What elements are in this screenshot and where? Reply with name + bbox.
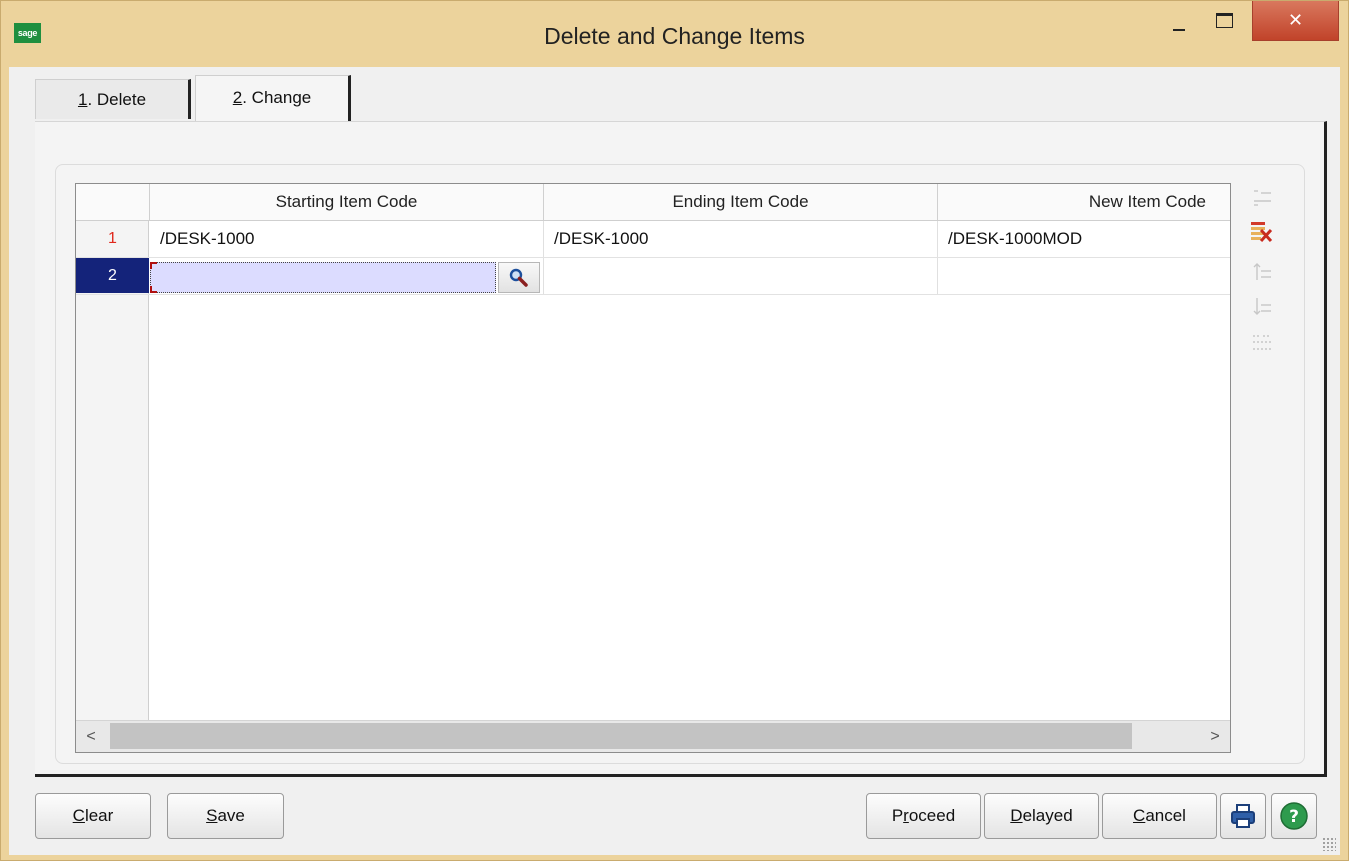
move-down-icon[interactable] [1245,292,1279,322]
column-header-ending-item-code[interactable]: Ending Item Code [544,184,938,220]
move-up-glyph [1253,263,1271,280]
horizontal-scrollbar[interactable]: < > [76,720,1230,752]
delayed-button-label: Delayed [1010,806,1073,825]
insert-row-glyph [1254,190,1271,206]
clear-button-label: Clear [72,806,114,825]
dialog-window: sage Delete and Change Items ✕ 1. Delete… [0,0,1349,861]
scroll-left-arrow[interactable]: < [76,721,106,752]
column-header-new-item-code[interactable]: New Item Code [938,184,1232,220]
close-button[interactable]: ✕ [1252,1,1339,41]
column-header-starting-item-code[interactable]: Starting Item Code [150,184,544,220]
corner-header-cell [76,184,150,220]
move-down-glyph [1253,298,1271,315]
svg-text:?: ? [1289,807,1299,827]
insert-row-icon[interactable] [1245,182,1279,212]
clear-button[interactable]: Clear [35,793,151,839]
help-icon: ? [1280,802,1308,830]
table-row[interactable]: 1 /DESK-1000 /DESK-1000 /DESK-1000MOD [76,221,1230,258]
move-up-icon[interactable] [1245,258,1279,288]
renumber-glyph [1253,335,1271,350]
cancel-button-label: Cancel [1133,806,1186,825]
grid-header: Starting Item Code Ending Item Code New … [76,184,1230,221]
save-button-label: Save [206,806,245,825]
change-tab-panel: Starting Item Code Ending Item Code New … [35,121,1327,777]
window-title: Delete and Change Items [544,23,805,49]
starting-item-code-input[interactable] [150,262,496,293]
row-number[interactable]: 2 [76,258,149,293]
lookup-button[interactable] [498,262,540,293]
print-button[interactable] [1220,793,1266,839]
close-icon: ✕ [1287,10,1304,31]
tab-delete[interactable]: 1. Delete [35,79,191,119]
scroll-thumb[interactable] [110,723,1132,749]
renumber-icon[interactable] [1245,328,1279,358]
printer-icon [1231,804,1255,828]
minimize-button[interactable] [1164,1,1194,41]
tab-delete-label: 1. Delete [77,89,147,109]
help-button[interactable]: ? [1271,793,1317,839]
items-grid[interactable]: Starting Item Code Ending Item Code New … [75,183,1231,753]
tab-change-label: 2. Change [232,88,312,107]
resize-grip[interactable] [1322,837,1336,851]
client-area: 1. Delete 2. Change Starting Item Code E… [9,67,1340,855]
cancel-button[interactable]: Cancel [1102,793,1217,839]
maximize-button[interactable] [1205,1,1241,41]
delete-row-glyph [1251,222,1273,243]
table-row[interactable]: 2 [76,258,1230,295]
delayed-button[interactable]: Delayed [984,793,1099,839]
title-bar[interactable]: sage Delete and Change Items ✕ [1,1,1348,67]
starting-item-code-cell[interactable]: /DESK-1000 [150,221,544,257]
new-item-code-cell[interactable] [938,258,1230,294]
delete-row-icon[interactable] [1245,216,1279,246]
scroll-right-arrow[interactable]: > [1200,721,1230,752]
grid-side-toolbar [1245,182,1281,402]
proceed-button[interactable]: Proceed [866,793,981,839]
ending-item-code-cell[interactable] [544,258,938,294]
magnifier-icon [509,268,528,287]
new-item-code-cell[interactable]: /DESK-1000MOD [938,221,1230,257]
save-button[interactable]: Save [167,793,284,839]
ending-item-code-cell[interactable]: /DESK-1000 [544,221,938,257]
row-number[interactable]: 1 [76,221,149,257]
proceed-button-label: Proceed [891,806,956,825]
tab-change[interactable]: 2. Change [195,75,351,123]
